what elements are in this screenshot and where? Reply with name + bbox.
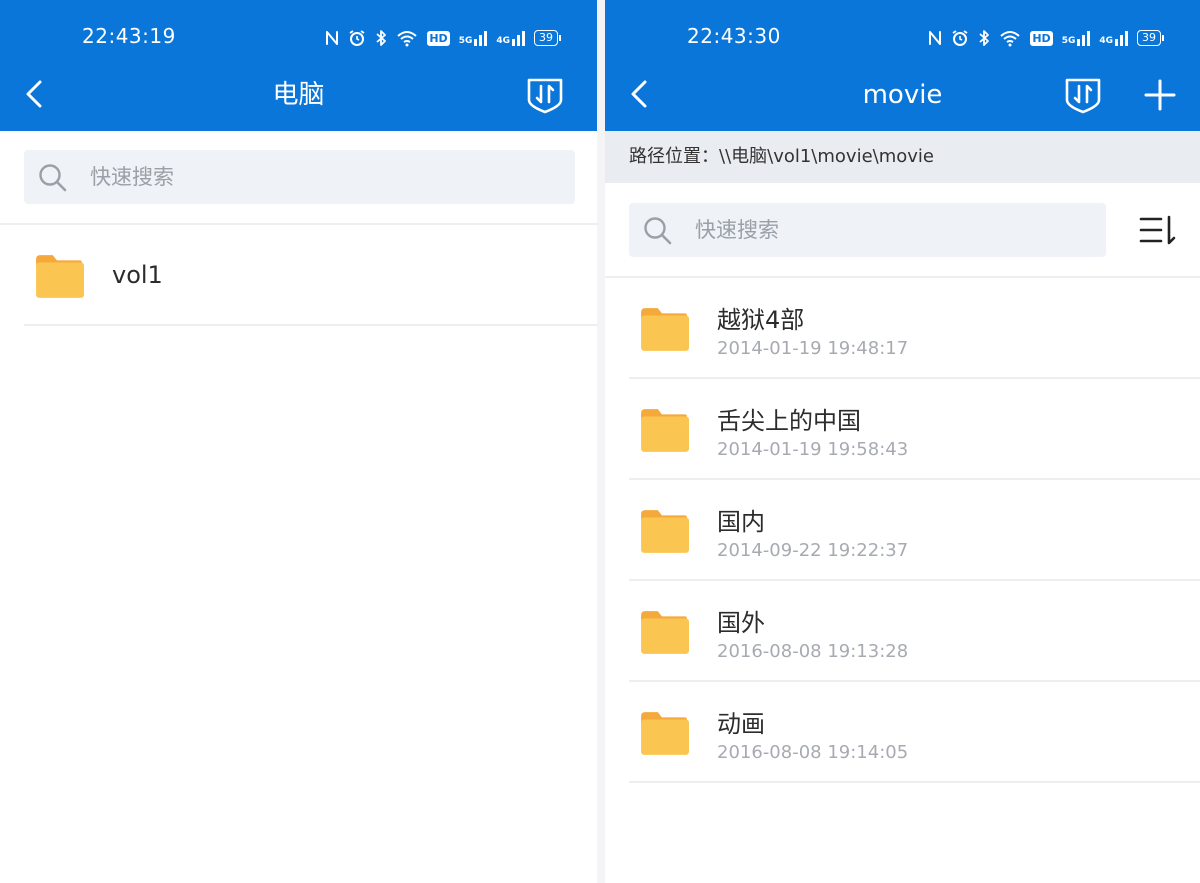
folder-icon: [639, 306, 689, 352]
page-title: movie: [862, 80, 943, 110]
item-name: vol1: [112, 261, 163, 289]
folder-icon: [639, 407, 689, 453]
hd-label: HD: [1030, 30, 1053, 46]
status-time: 22:43:19: [82, 24, 176, 48]
hd-icon: HD: [427, 30, 450, 46]
transfer-button[interactable]: [1063, 74, 1103, 114]
list-item[interactable]: 舌尖上的中国 2014-01-19 19:58:43: [605, 379, 1200, 480]
net-5g-label: 5G: [458, 36, 473, 46]
item-name: 国内: [717, 508, 765, 536]
bluetooth-icon: [979, 30, 990, 46]
transfer-shield-icon: [527, 78, 563, 114]
item-date: 2016-08-08 19:14:05: [717, 742, 909, 763]
item-name: 舌尖上的中国: [717, 407, 861, 435]
alarm-icon: [952, 30, 968, 46]
signal-4g-icon: 4G: [1099, 30, 1128, 46]
search-placeholder: 快速搜索: [90, 165, 174, 189]
list-item[interactable]: 动画 2016-08-08 19:14:05: [605, 682, 1200, 783]
alarm-icon: [349, 30, 365, 46]
wifi-icon: [397, 31, 418, 47]
transfer-button[interactable]: [525, 74, 565, 114]
sort-button[interactable]: [1135, 210, 1179, 250]
net-4g-label: 4G: [1099, 36, 1113, 46]
list-item[interactable]: vol1: [0, 225, 597, 326]
search-input[interactable]: 快速搜索: [24, 150, 575, 204]
item-date: 2016-08-08 19:13:28: [717, 641, 909, 662]
hd-icon: HD: [1030, 30, 1053, 46]
bluetooth-icon: [376, 30, 387, 46]
hd-label: HD: [427, 30, 450, 46]
folder-icon: [639, 609, 689, 655]
status-icons: HD 5G 4G 39: [325, 26, 561, 50]
net-5g-label: 5G: [1061, 36, 1076, 46]
folder-icon: [34, 253, 84, 299]
signal-4g-icon: 4G: [496, 30, 525, 46]
search-icon: [644, 217, 672, 245]
sort-icon: [1139, 215, 1176, 245]
page-title: 电脑: [272, 80, 325, 110]
item-name: 越狱4部: [717, 306, 805, 334]
right-screen: 22:43:30 HD 5G 4G 39 movie 路径位置：\\电脑\vol…: [605, 0, 1200, 883]
search-placeholder: 快速搜索: [695, 218, 779, 242]
transfer-shield-icon: [1065, 78, 1101, 114]
list-item[interactable]: 国外 2016-08-08 19:13:28: [605, 581, 1200, 682]
item-name: 国外: [717, 609, 765, 637]
item-date: 2014-09-22 19:22:37: [717, 540, 909, 561]
battery-icon: 39: [534, 30, 561, 46]
folder-icon: [639, 508, 689, 554]
signal-5g-icon: 5G: [1062, 30, 1091, 46]
search-input[interactable]: 快速搜索: [629, 203, 1106, 257]
nfc-icon: [929, 31, 942, 45]
battery-icon: 39: [1137, 30, 1164, 46]
list-item[interactable]: 越狱4部 2014-01-19 19:48:17: [605, 278, 1200, 379]
left-screen: 22:43:19 HD 5G 4G 39 电脑 快速搜索 vol1: [0, 0, 597, 883]
header-bar: 22:43:19 HD 5G 4G 39 电脑: [0, 0, 597, 131]
battery-level: 39: [534, 30, 558, 46]
divider: [24, 324, 597, 326]
battery-level: 39: [1137, 30, 1161, 46]
folder-icon: [639, 710, 689, 756]
search-icon: [39, 164, 67, 192]
breadcrumb: 路径位置：\\电脑\vol1\movie\movie: [605, 131, 1200, 183]
list-item[interactable]: 国内 2014-09-22 19:22:37: [605, 480, 1200, 581]
add-button[interactable]: [1141, 76, 1179, 114]
signal-5g-icon: 5G: [459, 30, 488, 46]
wifi-icon: [1000, 31, 1021, 47]
item-date: 2014-01-19 19:58:43: [717, 439, 909, 460]
item-name: 动画: [717, 710, 765, 738]
plus-icon: [1144, 79, 1176, 111]
net-4g-label: 4G: [496, 36, 510, 46]
status-icons: HD 5G 4G 39: [928, 26, 1164, 50]
item-date: 2014-01-19 19:48:17: [717, 338, 909, 359]
divider: [629, 781, 1200, 783]
nfc-icon: [326, 31, 339, 45]
header-bar: 22:43:30 HD 5G 4G 39 movie: [605, 0, 1200, 131]
status-time: 22:43:30: [687, 24, 781, 48]
